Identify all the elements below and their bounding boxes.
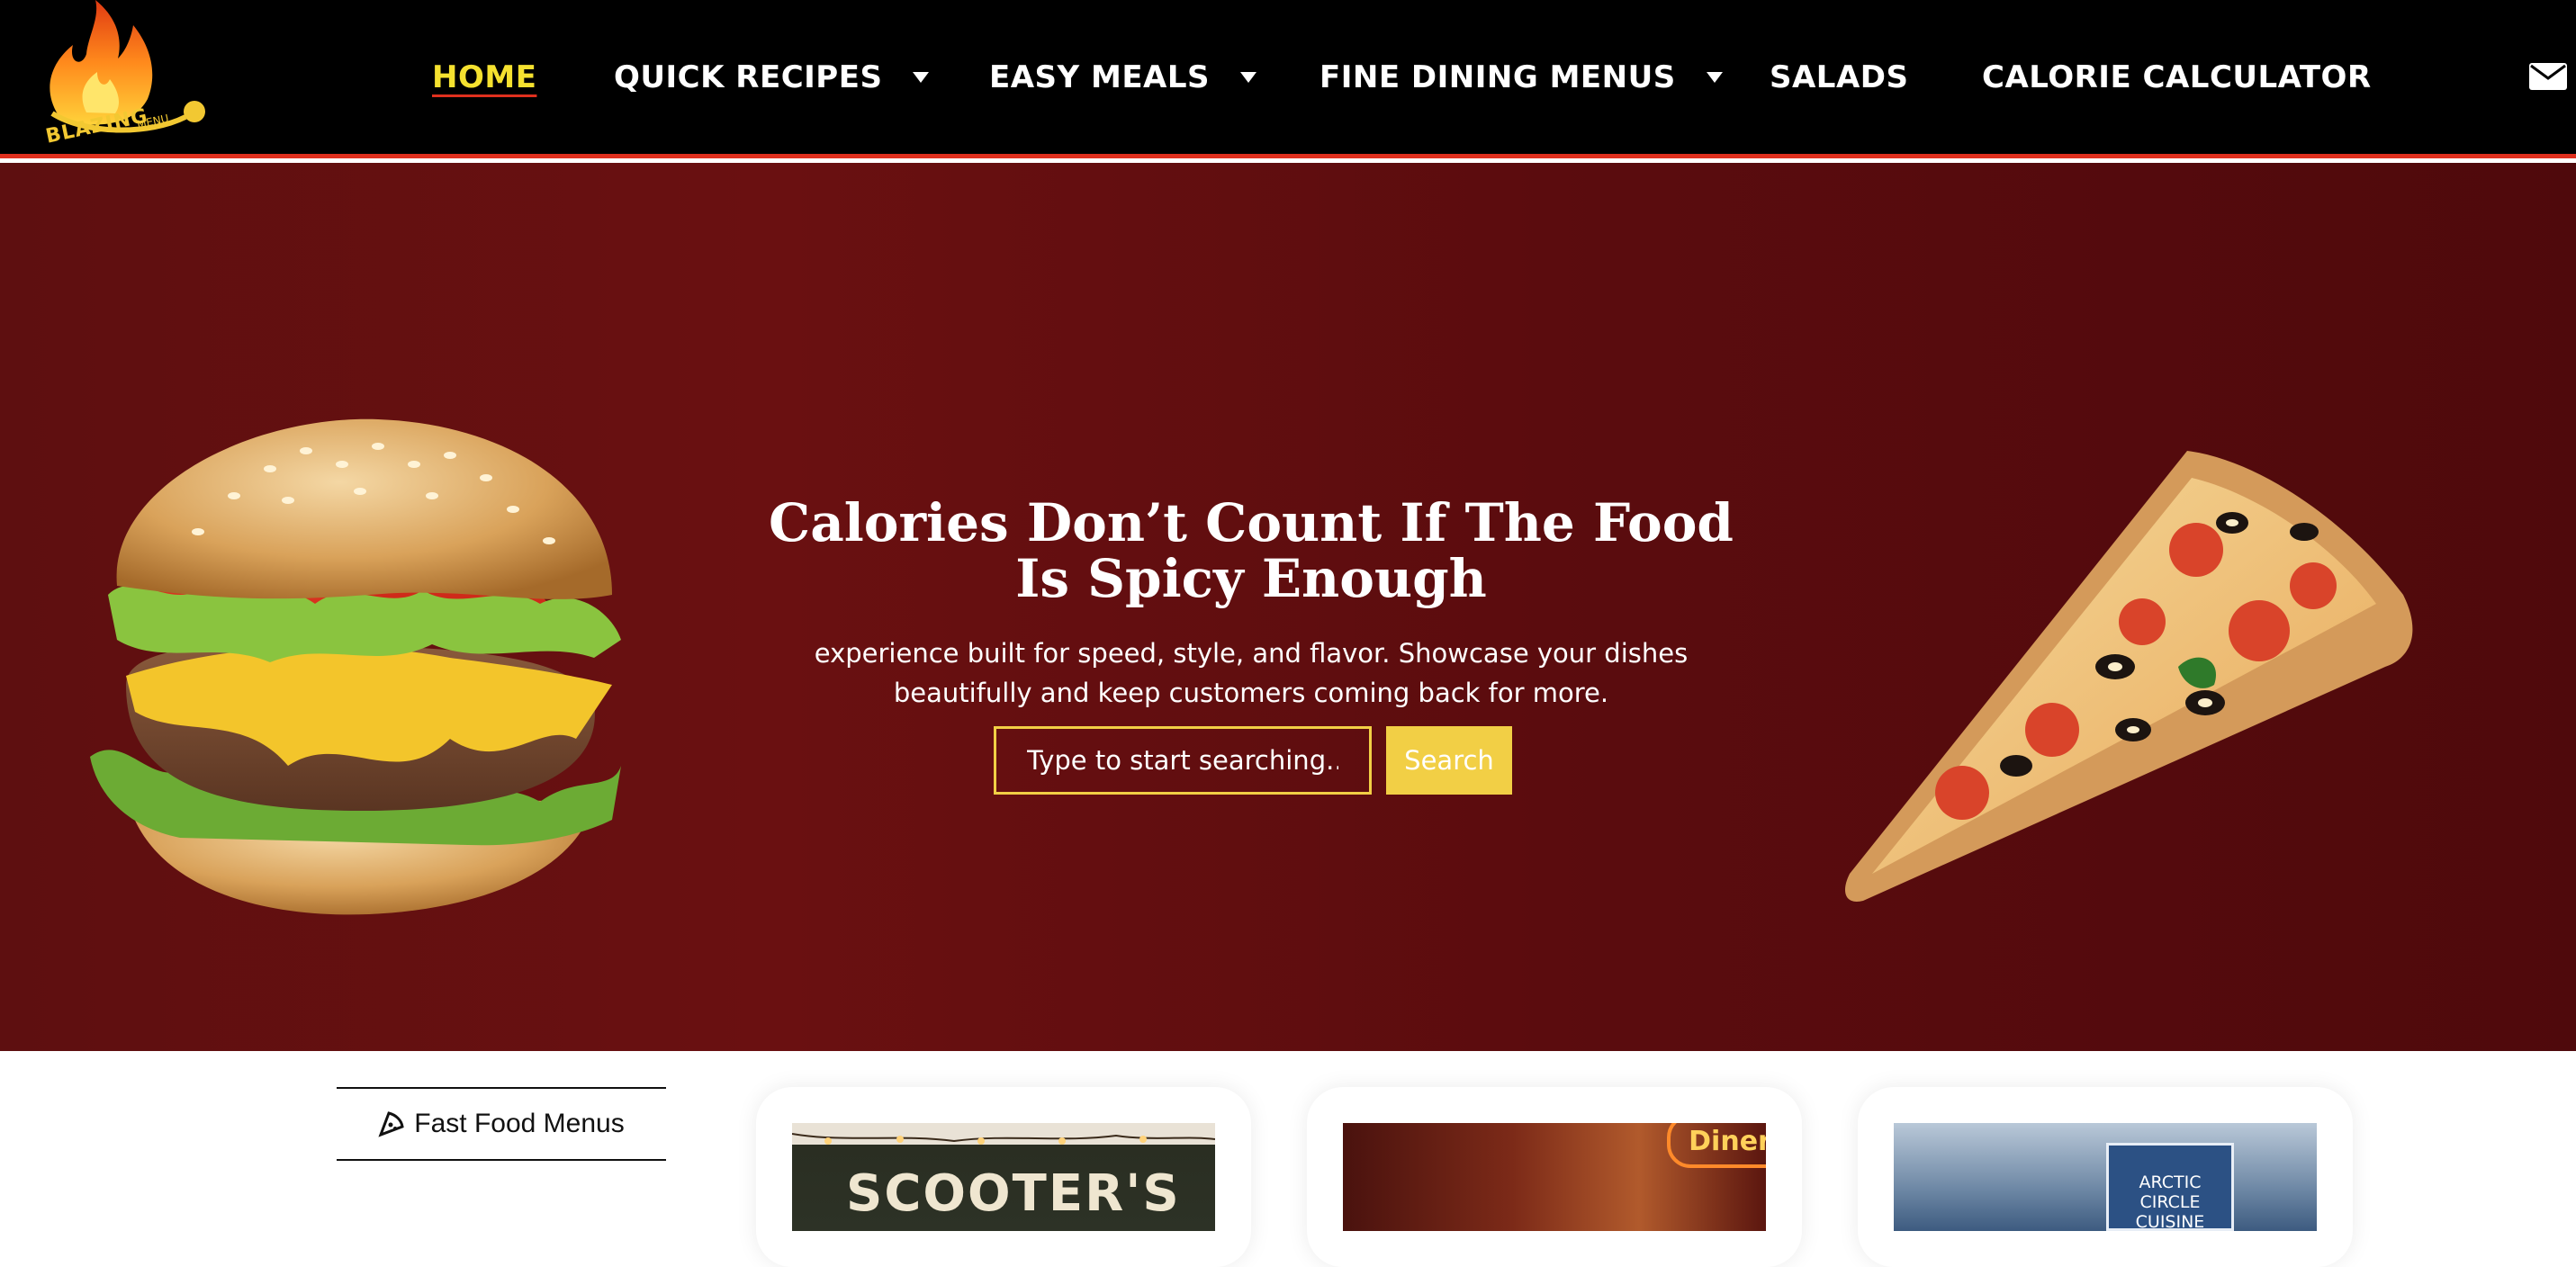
menu-card-sign: SCOOTER'S CAFE (846, 1164, 1181, 1231)
menu-card-arctic-circle-cuisine[interactable]: ARCTIC CIRCLE CUISINE (1858, 1087, 2353, 1267)
nav-item-salads[interactable]: SALADS (1770, 58, 1909, 97)
site-header: BLAZING MENU HOME QUICK RECIPES EASY MEA… (0, 0, 2576, 158)
caret-down-icon (1240, 72, 1257, 83)
caret-down-icon (913, 72, 930, 83)
menu-card-sign: ARCTIC CIRCLE CUISINE (2106, 1143, 2234, 1231)
menu-listing-section: Fast Food Menus SCOOTER'S CAFE Diner ARC… (0, 1051, 2576, 1267)
pizza-slice-icon (378, 1111, 404, 1137)
pizza-slice-image (1845, 451, 2413, 902)
menu-card-scooters-cafe[interactable]: SCOOTER'S CAFE (756, 1087, 1251, 1267)
main-nav: HOME QUICK RECIPES EASY MEALS FINE DININ… (0, 0, 2576, 155)
hero-section: Calories Don’t Count If The Food Is Spic… (0, 163, 2576, 1051)
hero-description: experience built for speed, style, and f… (814, 638, 1689, 708)
nav-item-label: HOME (432, 59, 537, 95)
menu-card-sign: Diner (1667, 1123, 1766, 1168)
nav-item-label: CALORIE CALCULATOR (1982, 59, 2372, 95)
menu-card-image: Diner (1343, 1123, 1766, 1231)
envelope-icon[interactable] (2529, 63, 2567, 90)
nav-item-label: SALADS (1770, 59, 1909, 95)
string-lights-decoration (792, 1133, 1215, 1145)
hero-title: Calories Don’t Count If The Food Is Spic… (769, 491, 1734, 609)
nav-item-fine-dining-menus[interactable]: FINE DINING MENUS (1320, 58, 1723, 97)
category-fast-food-menus[interactable]: Fast Food Menus (337, 1087, 666, 1161)
menu-card-image: SCOOTER'S CAFE (792, 1123, 1215, 1231)
search-button[interactable]: Search (1386, 726, 1512, 795)
nav-item-easy-meals[interactable]: EASY MEALS (989, 58, 1257, 97)
caret-down-icon (1706, 72, 1723, 83)
nav-item-label: EASY MEALS (989, 59, 1211, 95)
burger-image (90, 418, 621, 915)
nav-item-quick-recipes[interactable]: QUICK RECIPES (614, 58, 930, 97)
nav-item-label: FINE DINING MENUS (1320, 59, 1676, 95)
nav-item-home[interactable]: HOME (432, 58, 536, 97)
category-label: Fast Food Menus (414, 1109, 625, 1138)
menu-card-diner[interactable]: Diner (1307, 1087, 1802, 1267)
nav-item-calorie-calculator[interactable]: CALORIE CALCULATOR (1982, 58, 2372, 97)
menu-card-image: ARCTIC CIRCLE CUISINE (1894, 1123, 2317, 1231)
search-input[interactable] (994, 726, 1372, 795)
nav-item-label: QUICK RECIPES (614, 59, 883, 95)
